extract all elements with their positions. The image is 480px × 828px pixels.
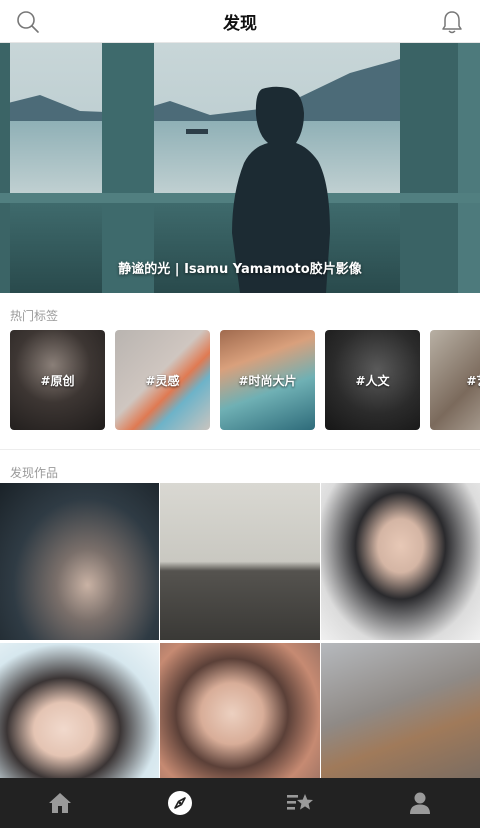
tag-art[interactable]: #艺 (430, 330, 480, 430)
banner-caption: 静谧的光 | Isamu Yamamoto胶片影像 (118, 262, 362, 277)
work-thumbnail[interactable] (321, 483, 480, 640)
tab-discover[interactable] (150, 778, 210, 828)
search-button[interactable] (14, 8, 42, 36)
tab-profile[interactable] (390, 778, 450, 828)
tab-ranking[interactable] (270, 778, 330, 828)
tag-fashion[interactable]: #时尚大片 (220, 330, 315, 430)
tag-label: #原创 (40, 374, 75, 388)
home-icon (49, 793, 71, 813)
hot-tags-row: #原创 #灵感 #时尚大片 #人文 #艺 (10, 330, 480, 430)
compass-icon (168, 791, 192, 815)
tag-label: #艺 (466, 374, 480, 388)
page-title: 发现 (223, 13, 257, 34)
bell-icon (442, 11, 462, 34)
tag-inspiration[interactable]: #灵感 (115, 330, 210, 430)
ranking-star-icon (287, 794, 313, 810)
bottom-tab-bar (0, 778, 480, 828)
work-thumbnail[interactable] (160, 483, 320, 640)
tag-label: #人文 (355, 374, 390, 388)
profile-icon (410, 792, 430, 814)
hot-tags-heading: 热门标签 (10, 309, 59, 323)
notifications-button[interactable] (438, 8, 466, 36)
works-heading: 发现作品 (10, 466, 59, 480)
work-thumbnail[interactable] (321, 643, 480, 778)
top-nav-bar: 发现 (0, 0, 480, 43)
work-thumbnail[interactable] (160, 643, 320, 778)
works-grid (0, 483, 480, 778)
featured-banner[interactable]: 静谧的光 | Isamu Yamamoto胶片影像 (0, 43, 480, 293)
section-divider (0, 449, 480, 450)
tag-original[interactable]: #原创 (10, 330, 105, 430)
banner-photo (0, 43, 480, 293)
work-thumbnail[interactable] (0, 483, 159, 640)
search-icon (17, 11, 39, 33)
work-thumbnail[interactable] (0, 643, 159, 778)
tab-home[interactable] (30, 778, 90, 828)
tag-label: #时尚大片 (238, 374, 297, 388)
tag-label: #灵感 (145, 374, 180, 388)
tag-humanity[interactable]: #人文 (325, 330, 420, 430)
